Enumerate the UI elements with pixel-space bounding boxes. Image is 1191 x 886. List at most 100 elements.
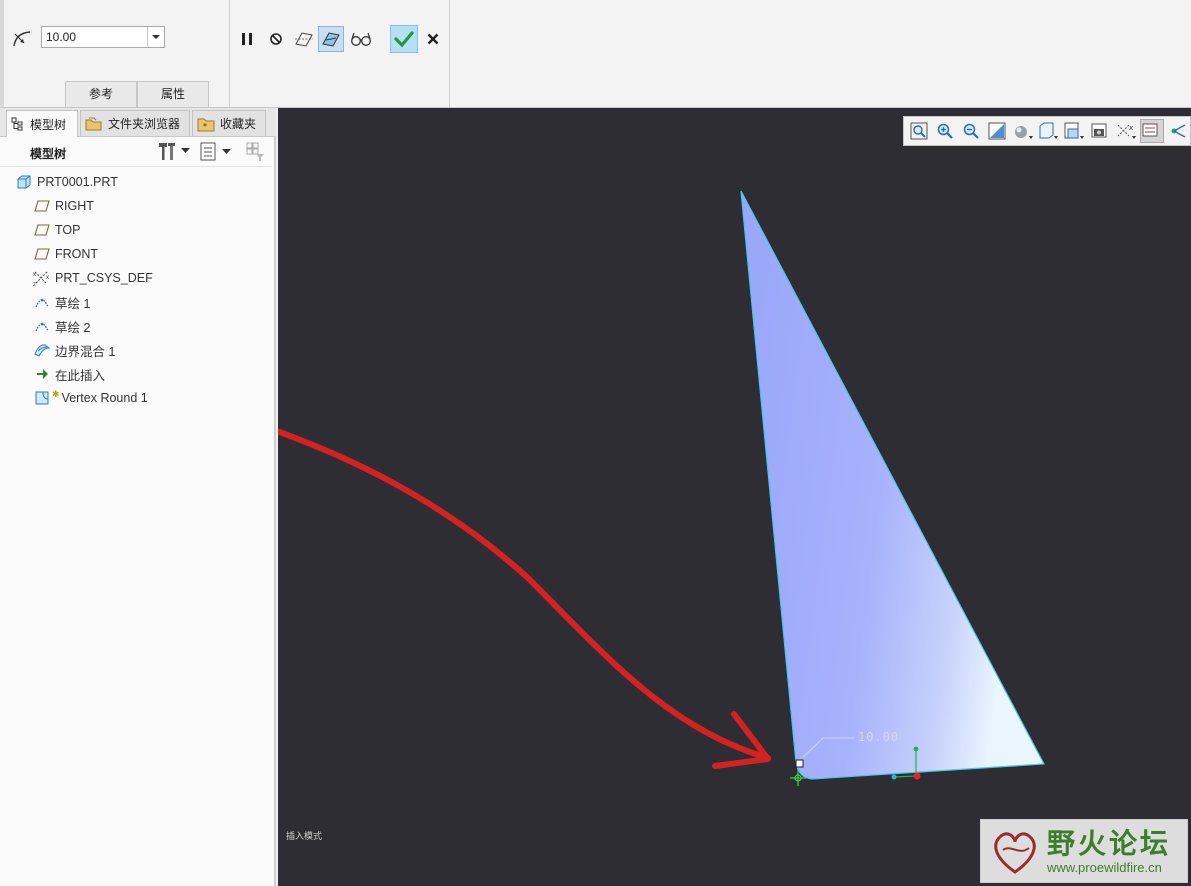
zoom-out-icon: [963, 123, 979, 139]
tree-title: 模型树: [30, 147, 67, 161]
no-preview-icon: [270, 33, 282, 45]
tree-item-边界混合-1[interactable]: 边界混合 1: [0, 338, 272, 362]
zoom-out-button[interactable]: [960, 119, 983, 143]
checkmark-icon: [394, 31, 414, 48]
spin-center-button[interactable]: [1167, 119, 1190, 143]
tab-favorites-label: 收藏夹: [220, 117, 257, 131]
svg-text:x: x: [1129, 124, 1133, 132]
chevron-down-icon: [222, 149, 231, 154]
tab-references[interactable]: 参考: [65, 81, 137, 107]
tree-item-label: 草绘 1: [55, 296, 91, 311]
filter-icon: [246, 142, 264, 161]
drag-handle-point[interactable]: [913, 746, 919, 752]
tab-folder-browser[interactable]: 文件夹浏览器: [80, 110, 190, 136]
tab-folder-browser-label: 文件夹浏览器: [108, 117, 181, 131]
glasses-icon: [351, 32, 371, 46]
part-icon: [15, 174, 33, 190]
saved-views-icon: [1039, 122, 1059, 139]
tree-item-label: FRONT: [55, 247, 99, 261]
zoom-in-button[interactable]: [934, 119, 957, 143]
settings-menu-button[interactable]: [157, 141, 190, 161]
view-manager-button[interactable]: [1063, 119, 1086, 143]
dashboard-separator: [229, 0, 230, 107]
round-radius-icon: [13, 31, 31, 47]
vertex-round-icon: [33, 390, 51, 406]
repaint-icon: [988, 122, 1006, 140]
surface-boundary-blend[interactable]: [740, 190, 1045, 780]
repaint-button[interactable]: [985, 119, 1008, 143]
svg-text:x: x: [33, 272, 36, 278]
display-style-button[interactable]: [1011, 119, 1034, 143]
attached-preview-icon: [295, 32, 313, 47]
tree-item-vertex-round-1[interactable]: ✱ Vertex Round 1: [0, 386, 272, 410]
detached-preview-button[interactable]: [318, 26, 344, 52]
tree-item-label: TOP: [55, 223, 81, 237]
tree-item-label: RIGHT: [55, 199, 94, 213]
refit-button[interactable]: [908, 119, 931, 143]
model-tree-icon: [11, 117, 23, 131]
vertex-handle[interactable]: [795, 759, 804, 768]
datum-display-icon: x: [1117, 124, 1136, 139]
tree-item-label: PRT_CSYS_DEF: [55, 271, 153, 285]
tab-favorites[interactable]: * 收藏夹: [192, 110, 266, 136]
svg-text:z: z: [33, 282, 36, 286]
chevron-down-icon: [181, 148, 190, 153]
status-text: 插入模式: [286, 832, 323, 842]
insert-here-arrow-icon: [33, 366, 51, 382]
drag-handle-point[interactable]: [913, 772, 921, 780]
tree-item-草绘-2[interactable]: 草绘 2: [0, 314, 272, 338]
list-icon: [200, 142, 216, 161]
tree-item-top[interactable]: TOP: [0, 218, 272, 242]
folder-icon: [85, 117, 102, 130]
pause-button[interactable]: [234, 26, 260, 52]
pause-icon: [242, 33, 252, 45]
dashboard-separator: [449, 0, 450, 107]
tree-item-prt0001-prt[interactable]: PRT0001.PRT: [0, 170, 272, 194]
watermark-name: 野火论坛: [1047, 827, 1172, 860]
svg-text:*: *: [203, 122, 207, 131]
zoom-in-icon: [937, 123, 953, 139]
show-menu-button[interactable]: [200, 142, 231, 162]
graphics-window[interactable]: 10.00 x 插入模式 野火论坛 www.proewildfire.cn: [278, 108, 1191, 886]
saved-orientations-button[interactable]: [1037, 119, 1060, 143]
radius-value-combo[interactable]: 10.00: [41, 26, 165, 48]
csys-icon: xxz: [33, 270, 51, 286]
model-tree-list: PRT0001.PRT RIGHT TOP FRONT x x z PRT_CSYS_DEF 草…: [0, 170, 272, 410]
attached-preview-button[interactable]: [291, 26, 317, 52]
model-viewport[interactable]: [278, 108, 1191, 886]
drag-handle-point[interactable]: [891, 774, 897, 780]
perspective-view-button[interactable]: [1089, 119, 1112, 143]
watermark-url: www.proewildfire.cn: [1047, 860, 1162, 875]
tree-item-label: 草绘 2: [55, 320, 91, 335]
cancel-button[interactable]: [420, 26, 446, 52]
tab-model-tree[interactable]: 模型树: [6, 110, 78, 137]
chevron-down-icon[interactable]: [147, 27, 164, 47]
tree-item-front[interactable]: FRONT: [0, 242, 272, 266]
annotation-display-button[interactable]: [1140, 119, 1165, 143]
verify-mode-button[interactable]: [348, 26, 374, 52]
datum-display-filters-button[interactable]: x: [1114, 119, 1137, 143]
watermark-logo: 野火论坛 www.proewildfire.cn: [980, 819, 1188, 883]
favorites-folder-icon: *: [197, 118, 215, 131]
sketch-icon: [33, 294, 51, 310]
tree-item-label: PRT0001.PRT: [37, 175, 118, 189]
datum-plane-icon: [33, 246, 51, 262]
tree-item-prt-csys-def[interactable]: x x z PRT_CSYS_DEF: [0, 266, 272, 290]
annotation-arrow: [278, 428, 771, 761]
sketch-icon: [33, 318, 51, 334]
boundary-blend-icon: [33, 342, 51, 358]
tree-item-草绘-1[interactable]: 草绘 1: [0, 290, 272, 314]
radius-value-text[interactable]: 10.00: [46, 30, 76, 44]
dimension-label[interactable]: 10.00: [858, 730, 899, 744]
svg-text:x: x: [46, 275, 49, 281]
no-preview-button[interactable]: [263, 26, 289, 52]
close-icon: [427, 33, 439, 45]
ok-button[interactable]: [390, 25, 418, 53]
view-manager-icon: [1064, 122, 1085, 139]
refit-icon: [910, 122, 928, 140]
filter-button[interactable]: [246, 142, 266, 165]
tab-properties[interactable]: 属性: [137, 81, 209, 107]
tree-item-在此插入[interactable]: 在此插入: [0, 362, 272, 386]
tree-item-right[interactable]: RIGHT: [0, 194, 272, 218]
datum-plane-icon: [33, 222, 51, 238]
